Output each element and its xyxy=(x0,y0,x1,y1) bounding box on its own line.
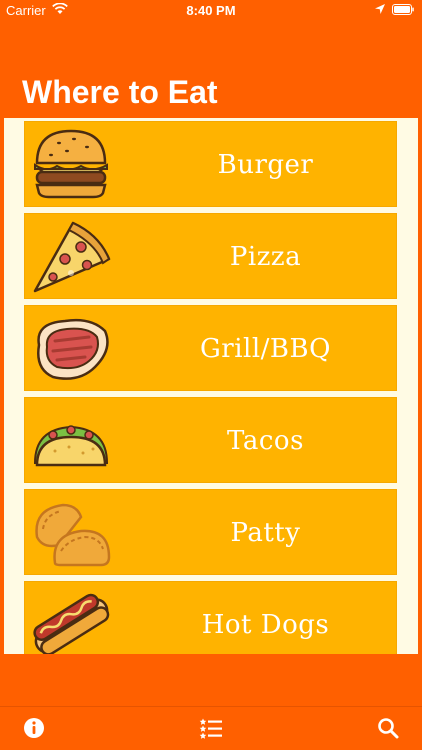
info-icon[interactable] xyxy=(22,716,46,740)
footer-banner xyxy=(4,654,418,706)
hot-dog-icon xyxy=(33,593,110,654)
patty-icon xyxy=(35,503,111,567)
category-row-tacos[interactable]: Tacos xyxy=(24,397,397,483)
category-label-burger: Burger xyxy=(217,150,314,180)
category-label-tacos: Tacos xyxy=(227,426,304,456)
taco-icon xyxy=(33,425,109,467)
location-arrow-icon xyxy=(375,4,385,14)
category-row-pizza[interactable]: Pizza xyxy=(24,213,397,299)
category-row-grill-bbq[interactable]: Grill/BBQ xyxy=(24,305,397,391)
category-label-grill-bbq: Grill/BBQ xyxy=(200,334,331,364)
search-icon[interactable] xyxy=(376,716,400,740)
steak-icon xyxy=(37,318,109,380)
pizza-slice-icon xyxy=(33,221,111,293)
page-title: Where to Eat xyxy=(22,74,218,110)
category-list[interactable]: Burger Pizza Grill/BBQ Tacos Patty Hot D… xyxy=(4,118,418,654)
tab-bar xyxy=(0,706,422,750)
ranked-list-icon[interactable] xyxy=(199,716,223,740)
category-row-hot-dogs[interactable]: Hot Dogs xyxy=(24,581,397,654)
category-label-patty: Patty xyxy=(230,518,301,548)
burger-icon xyxy=(34,129,108,199)
category-label-pizza: Pizza xyxy=(229,242,302,272)
category-row-patty[interactable]: Patty xyxy=(24,489,397,575)
clock: 8:40 PM xyxy=(186,3,236,18)
category-row-burger[interactable]: Burger xyxy=(24,121,397,207)
status-bar: Carrier 8:40 PM xyxy=(0,0,422,22)
category-label-hot-dogs: Hot Dogs xyxy=(201,610,330,640)
battery-icon xyxy=(392,4,414,15)
